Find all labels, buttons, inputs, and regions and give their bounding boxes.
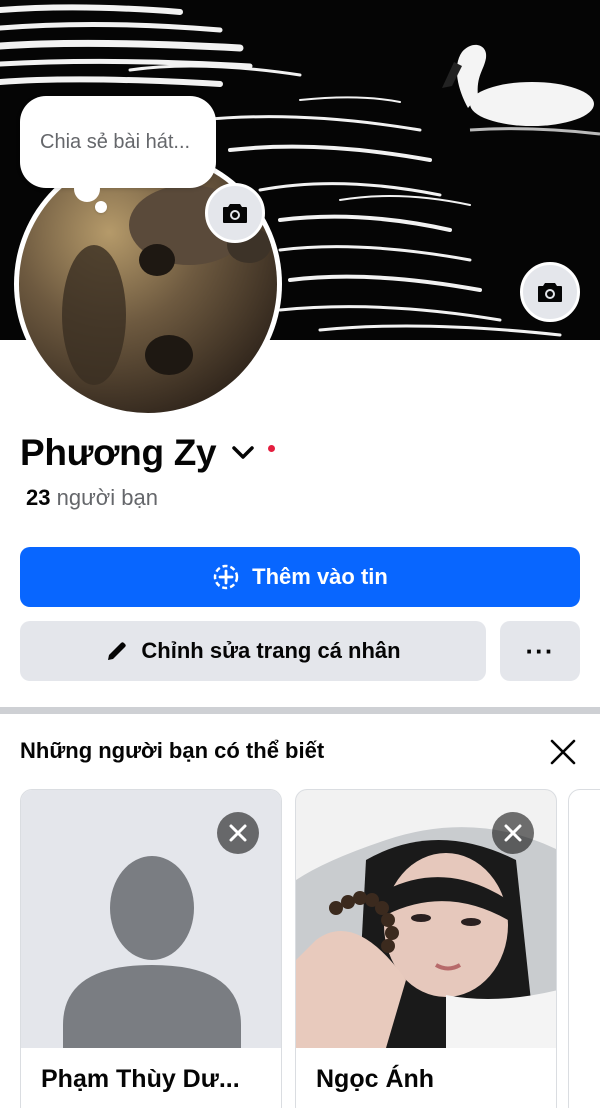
note-placeholder: Chia sẻ bài hát...	[40, 130, 191, 153]
dismiss-suggestion-button[interactable]	[217, 812, 259, 854]
edit-profile-label: Chỉnh sửa trang cá nhân	[141, 638, 401, 663]
section-divider	[0, 707, 600, 714]
more-options-button[interactable]: ···	[500, 621, 580, 681]
suggestion-card[interactable]: Ngọc Ánh	[295, 789, 557, 1108]
suggestion-name: Phạm Thùy Dư...	[41, 1065, 240, 1093]
add-story-icon	[213, 564, 239, 590]
chevron-down-icon[interactable]	[230, 439, 258, 467]
add-to-story-label: Thêm vào tin	[252, 564, 388, 589]
close-icon	[229, 824, 247, 842]
close-icon	[504, 824, 522, 842]
suggestion-card-partial[interactable]	[568, 789, 600, 1108]
dismiss-suggestion-button[interactable]	[492, 812, 534, 854]
suggestion-card[interactable]: Phạm Thùy Dư...	[20, 789, 282, 1108]
suggestion-name: Ngọc Ánh	[316, 1065, 435, 1093]
close-icon[interactable]	[548, 737, 578, 767]
edit-profile-button[interactable]: Chỉnh sửa trang cá nhân	[20, 621, 486, 681]
camera-icon	[223, 204, 247, 223]
friend-count-number: 23	[26, 485, 51, 510]
note-bubble[interactable]: Chia sẻ bài hát...	[20, 96, 216, 188]
notification-dot	[268, 444, 276, 452]
pymk-title: Những người bạn có thể biết	[20, 738, 325, 763]
profile-name: Phương Zy	[20, 432, 217, 473]
camera-icon	[538, 283, 562, 302]
add-to-story-button[interactable]: Thêm vào tin	[20, 547, 580, 607]
pencil-icon	[108, 642, 127, 660]
friend-count-label: người bạn	[56, 485, 158, 510]
more-icon: ···	[525, 635, 555, 666]
profile-name-row[interactable]: Phương Zy	[20, 428, 276, 478]
avatar-camera-button[interactable]	[205, 183, 265, 243]
note-bubble-tail-small	[95, 201, 107, 213]
friend-count[interactable]: 23 người bạn	[26, 485, 158, 511]
cover-camera-button[interactable]	[520, 262, 580, 322]
note-bubble-tail	[74, 176, 100, 202]
